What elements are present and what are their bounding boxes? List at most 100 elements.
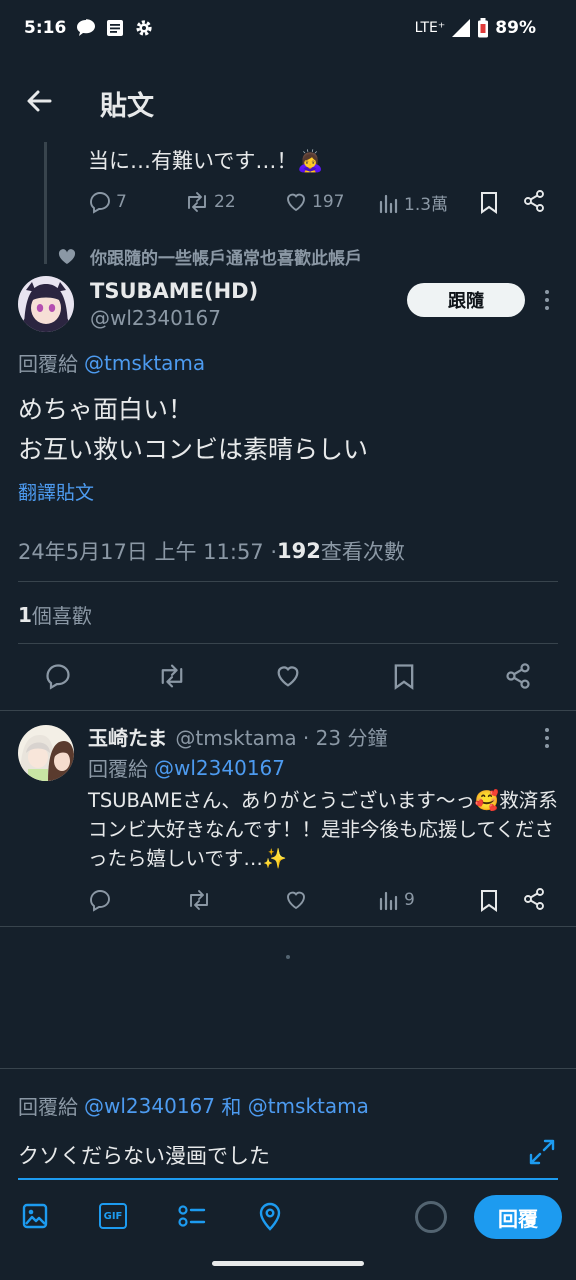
reply-to-handle-link[interactable]: @tmsktama	[84, 351, 205, 375]
tweet-meta: 24年5月17日 上午 11:57 · 192 查看次數	[18, 536, 405, 566]
add-gif-button[interactable]: GIF	[99, 1203, 127, 1229]
share-icon	[506, 663, 530, 689]
add-image-button[interactable]	[21, 1202, 49, 1230]
parent-share-button[interactable]	[522, 189, 546, 213]
reply-tweet-more-button[interactable]	[540, 726, 554, 750]
tweet-timestamp: 24年5月17日 上午 11:57 ·	[18, 540, 278, 564]
heart-filled-icon	[58, 248, 76, 264]
parent-reply-button[interactable]: 7	[88, 190, 127, 214]
main-like-button[interactable]	[274, 662, 302, 690]
composer-reply-joiner: 和	[215, 1095, 248, 1119]
like-count: 1	[18, 602, 32, 627]
main-retweet-button[interactable]	[157, 662, 187, 690]
status-time: 5:16	[24, 18, 67, 38]
image-icon	[22, 1203, 48, 1229]
divider	[0, 926, 576, 927]
thread-line	[44, 142, 47, 264]
add-location-button[interactable]	[257, 1201, 283, 1231]
gif-label: GIF	[103, 1210, 123, 1222]
reply-tweet-view-count: 9	[404, 890, 415, 910]
back-button[interactable]	[24, 86, 54, 116]
author-handle[interactable]: @wl2340167	[90, 306, 221, 330]
parent-like-count: 197	[312, 192, 345, 212]
parent-tweet-actions: 7 22 197 1.3萬	[88, 188, 548, 216]
share-icon	[524, 888, 544, 910]
main-bookmark-button[interactable]	[391, 662, 417, 690]
view-label: 查看次數	[320, 540, 405, 564]
composer-reply-prefix: 回覆給	[18, 1095, 78, 1119]
parent-retweet-count: 22	[214, 192, 236, 212]
reply-author-line: 玉崎たま @tmsktama · 23 分鐘	[88, 722, 387, 751]
parent-views-button[interactable]: 1.3萬	[378, 190, 448, 215]
divider	[18, 581, 558, 582]
view-count[interactable]: 192	[277, 539, 321, 563]
social-context-text: 你跟隨的一些帳戶通常也喜歡此帳戶	[90, 249, 362, 269]
page-title: 貼文	[100, 91, 154, 122]
parent-retweet-button[interactable]: 22	[184, 190, 236, 214]
reply-tweet-actions: 9	[88, 886, 548, 914]
main-tweet-more-button[interactable]	[540, 288, 554, 312]
reply-tweet-reply-context: 回覆給 @wl2340167	[88, 753, 285, 782]
reply-submit-button[interactable]: 回覆	[474, 1195, 562, 1239]
reply-author-display-name[interactable]: 玉崎たま	[88, 722, 167, 751]
author-avatar[interactable]	[18, 276, 74, 332]
composer-reply-context: 回覆給 @wl2340167 和 @tmsktama	[18, 1091, 369, 1120]
translate-post-link[interactable]: 翻譯貼文	[18, 478, 94, 505]
reply-tweet-share-button[interactable]	[522, 887, 546, 911]
battery-percent: 89%	[495, 18, 536, 38]
share-icon	[524, 190, 544, 212]
reply-icon	[90, 890, 110, 912]
home-indicator[interactable]	[212, 1261, 364, 1266]
loading-indicator	[286, 955, 290, 959]
character-count-ring	[415, 1201, 447, 1233]
reply-icon	[90, 192, 110, 214]
status-bar-right: LTE⁺ 89%	[415, 18, 536, 38]
more-vertical-icon	[545, 728, 549, 748]
composer-reply-handle-2[interactable]: @tmsktama	[248, 1094, 369, 1118]
poll-list-icon	[178, 1205, 206, 1227]
reply-to-handle-link[interactable]: @wl2340167	[154, 756, 285, 780]
anime-duo-avatar-image	[18, 725, 74, 781]
expand-composer-button[interactable]	[528, 1138, 556, 1166]
expand-icon	[529, 1139, 555, 1165]
document-icon	[106, 19, 124, 37]
analytics-icon	[379, 891, 398, 911]
main-reply-context: 回覆給 @tmsktama	[18, 348, 205, 377]
main-tweet-text-line2: お互い救いコンビは素晴らしい	[18, 435, 369, 464]
parent-view-count: 1.3萬	[404, 195, 449, 215]
reply-author-handle-time[interactable]: @tmsktama · 23 分鐘	[175, 722, 387, 751]
signal-icon	[451, 18, 471, 38]
input-underline	[18, 1178, 558, 1180]
anime-avatar-image	[18, 276, 74, 332]
main-reply-button[interactable]	[44, 662, 72, 690]
main-share-button[interactable]	[504, 662, 532, 690]
social-context: 你跟隨的一些帳戶通常也喜歡此帳戶	[58, 244, 362, 269]
composer-reply-handle-1[interactable]: @wl2340167	[84, 1094, 215, 1118]
reply-tweet-retweet-button[interactable]	[186, 888, 212, 912]
bookmark-icon	[481, 192, 497, 214]
reply-tweet-text: TSUBAMEさん、ありがとうございます〜っ🥰救済系コンビ大好きなんです！！是非…	[88, 789, 558, 870]
reply-tweet-like-button[interactable]	[284, 888, 308, 912]
add-poll-button[interactable]	[177, 1202, 207, 1230]
settings-gear-icon	[134, 18, 154, 38]
heart-icon	[277, 666, 299, 687]
reply-tweet-reply-button[interactable]	[88, 888, 112, 912]
author-display-name[interactable]: TSUBAME(HD)	[90, 279, 258, 303]
parent-bookmark-button[interactable]	[478, 190, 500, 214]
bookmark-icon	[394, 664, 414, 690]
reply-author-avatar[interactable]	[18, 725, 74, 781]
parent-like-button[interactable]: 197	[284, 190, 344, 214]
like-label: 個喜歡	[31, 604, 92, 628]
reply-input[interactable]: クソくだらない漫画でした	[18, 1140, 270, 1170]
reply-tweet-bookmark-button[interactable]	[478, 888, 500, 912]
likes-summary[interactable]: 1 個喜歡	[18, 600, 92, 629]
status-bar-left: 5:16	[24, 18, 154, 38]
parent-tweet-text: 当に…有難いです…！🙇‍♀️	[88, 149, 324, 173]
heart-icon	[287, 193, 305, 212]
bookmark-icon	[481, 890, 497, 912]
reply-tweet-views-button[interactable]: 9	[378, 888, 415, 912]
reply-to-prefix: 回覆給	[88, 757, 148, 781]
arrow-left-icon	[27, 90, 52, 112]
main-tweet-text: めちゃ面白い！ お互い救いコンビは素晴らしい	[18, 390, 368, 470]
follow-button[interactable]: 跟隨	[407, 283, 525, 317]
